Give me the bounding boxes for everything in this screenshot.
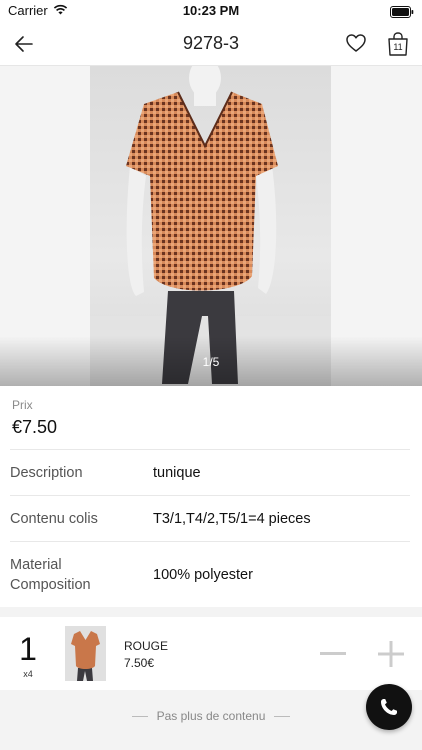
decrease-quantity-button[interactable]: [318, 643, 348, 663]
variant-thumbnail: [65, 626, 106, 681]
variant-color: ROUGE: [124, 639, 169, 653]
status-bar: Carrier 10:23 PM: [0, 0, 422, 22]
minus-icon: [320, 652, 346, 655]
price-label: Prix: [12, 398, 33, 412]
spec-value: 100% polyester: [153, 567, 253, 583]
phone-icon: [381, 699, 397, 715]
price-section: Prix €7.50: [0, 388, 422, 448]
spec-value: tunique: [153, 465, 201, 481]
spec-label: Material Composition: [10, 557, 91, 593]
pack-multiplier: x4: [23, 669, 33, 679]
price-value: €7.50: [12, 417, 58, 437]
bag-count-badge: 11: [393, 42, 403, 52]
heart-icon[interactable]: [345, 32, 367, 54]
spec-label: Contenu colis: [10, 511, 98, 527]
spec-label: Description: [10, 465, 83, 481]
status-time: 10:23 PM: [182, 3, 240, 18]
battery-icon: [390, 5, 414, 23]
spec-row-description: Description tunique: [10, 449, 410, 495]
plus-icon: [378, 641, 404, 667]
divider: [131, 716, 148, 718]
quantity-value: 1: [19, 631, 37, 667]
shopping-bag-button[interactable]: 11: [386, 31, 410, 57]
no-more-content-label: Pas plus de contenu: [156, 709, 266, 723]
spec-row-package-content: Contenu colis T3/1,T4/2,T5/1=4 pieces: [10, 495, 410, 541]
cart-line-item: 1 x4 ROUGE 7.50€: [0, 617, 422, 690]
list-footer: Pas plus de contenu: [0, 690, 422, 750]
call-button[interactable]: [366, 684, 412, 730]
nav-bar: 9278-3 11: [0, 22, 422, 66]
photo-page-indicator: 1/5: [202, 355, 220, 369]
variant-price: 7.50€: [124, 656, 155, 670]
spec-value: T3/1,T4/2,T5/1=4 pieces: [153, 511, 311, 527]
increase-quantity-button[interactable]: [376, 639, 406, 669]
spec-row-material: Material Composition 100% polyester: [10, 541, 410, 607]
divider: [274, 716, 291, 718]
product-photo-gallery[interactable]: 1/5: [0, 66, 422, 386]
